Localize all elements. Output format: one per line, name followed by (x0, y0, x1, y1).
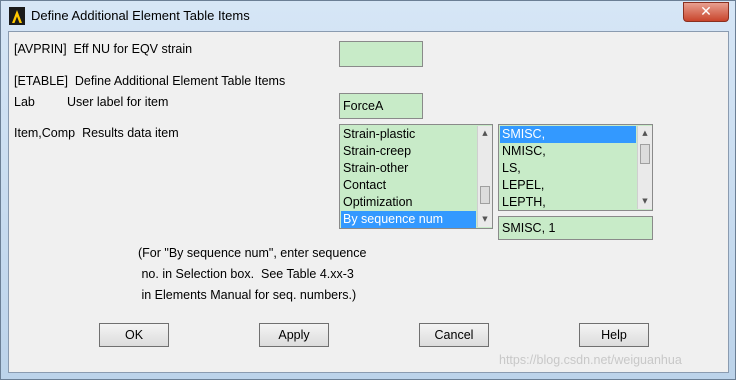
avprin-label: [AVPRIN] Eff NU for EQV strain (14, 42, 193, 56)
cancel-button[interactable]: Cancel (419, 323, 489, 347)
list-item[interactable]: Strain-creep (341, 143, 476, 160)
item-list-scrollbar[interactable]: ▲ ▼ (477, 126, 492, 227)
item-listbox[interactable]: Strain-plastic Strain-creep Strain-other… (339, 124, 493, 229)
selection-input[interactable]: SMISC, 1 (498, 216, 653, 240)
ok-button[interactable]: OK (99, 323, 169, 347)
item-comp-label: Item,Comp Results data item (14, 126, 179, 140)
window-title: Define Additional Element Table Items (31, 8, 250, 23)
dialog-body: [AVPRIN] Eff NU for EQV strain [ETABLE] … (8, 31, 729, 373)
list-item[interactable]: LEPEL, (500, 177, 636, 194)
scroll-down-icon[interactable]: ▼ (478, 212, 492, 226)
comp-listbox[interactable]: SMISC, NMISC, LS, LEPEL, LEPTH, ▲ ▼ (498, 124, 653, 211)
scroll-up-icon[interactable]: ▲ (478, 126, 492, 140)
scroll-thumb[interactable] (640, 144, 650, 164)
lab-input[interactable]: ForceA (339, 93, 423, 119)
list-item[interactable]: NMISC, (500, 143, 636, 160)
list-item-selected[interactable]: By sequence num (341, 211, 476, 228)
ansys-logo-icon (9, 7, 25, 25)
note-line-1: (For "By sequence num", enter sequence (138, 246, 367, 260)
scroll-down-icon[interactable]: ▼ (638, 194, 652, 208)
close-button[interactable]: ✕ (683, 2, 729, 22)
scroll-up-icon[interactable]: ▲ (638, 126, 652, 140)
help-button[interactable]: Help (579, 323, 649, 347)
title-bar[interactable]: Define Additional Element Table Items ✕ (1, 1, 735, 31)
list-item[interactable]: Contact (341, 177, 476, 194)
list-item-selected[interactable]: SMISC, (500, 126, 636, 143)
list-item[interactable]: Strain-other (341, 160, 476, 177)
list-item[interactable]: LS, (500, 160, 636, 177)
dialog-window: Define Additional Element Table Items ✕ … (0, 0, 736, 380)
scroll-thumb[interactable] (480, 186, 490, 204)
watermark-text: https://blog.csdn.net/weiguanhua (499, 353, 682, 367)
note-line-3: in Elements Manual for seq. numbers.) (138, 288, 357, 302)
note-line-2: no. in Selection box. See Table 4.xx-3 (138, 267, 354, 281)
lab-desc-label: User label for item (67, 95, 169, 109)
avprin-input[interactable] (339, 41, 423, 67)
list-item[interactable]: Strain-plastic (341, 126, 476, 143)
list-item[interactable]: LEPTH, (500, 194, 636, 210)
close-icon: ✕ (700, 4, 712, 20)
comp-list-scrollbar[interactable]: ▲ ▼ (637, 126, 652, 209)
list-item[interactable]: Optimization (341, 194, 476, 211)
lab-key-label: Lab (14, 95, 35, 109)
apply-button[interactable]: Apply (259, 323, 329, 347)
etable-label: [ETABLE] Define Additional Element Table… (14, 74, 286, 88)
